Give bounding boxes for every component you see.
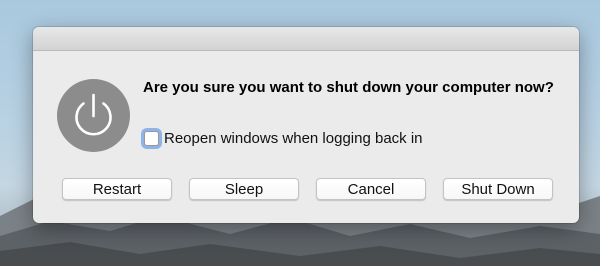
dialog-titlebar — [33, 27, 579, 51]
reopen-windows-label[interactable]: Reopen windows when logging back in — [164, 130, 423, 147]
shutdown-dialog: Are you sure you want to shut down your … — [33, 27, 579, 223]
reopen-windows-option[interactable]: Reopen windows when logging back in — [143, 128, 423, 148]
sleep-button[interactable]: Sleep — [189, 178, 299, 200]
dialog-message: Are you sure you want to shut down your … — [143, 79, 554, 96]
shut-down-button[interactable]: Shut Down — [443, 178, 553, 200]
restart-button[interactable]: Restart — [62, 178, 172, 200]
cancel-button[interactable]: Cancel — [316, 178, 426, 200]
reopen-windows-checkbox[interactable] — [144, 130, 159, 146]
power-icon — [57, 79, 130, 152]
